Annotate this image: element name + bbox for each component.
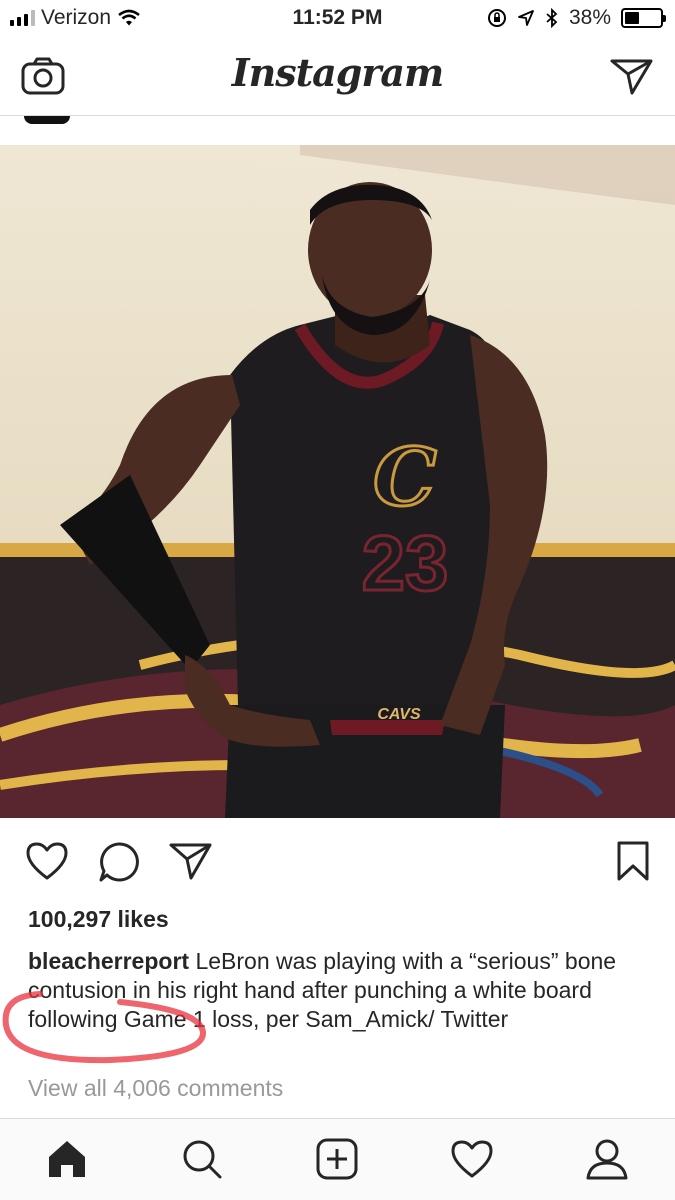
comment-icon[interactable]: [97, 840, 141, 884]
post-actions: [0, 838, 675, 888]
bookmark-icon[interactable]: [616, 840, 650, 882]
red-highlight-annotation: [2, 991, 206, 1064]
status-bar: Verizon 11:52 PM 38%: [0, 0, 675, 38]
orientation-lock-icon: [487, 9, 506, 27]
likes-count[interactable]: 100,297 likes: [28, 906, 169, 933]
app-header: Instagram: [0, 38, 675, 116]
post-photo[interactable]: C 23 CAVS: [0, 145, 675, 818]
location-icon: [518, 10, 534, 26]
home-icon[interactable]: [45, 1137, 89, 1181]
svg-text:23: 23: [362, 519, 449, 607]
share-icon[interactable]: [168, 840, 214, 882]
direct-message-icon[interactable]: [610, 56, 654, 96]
battery-percent: 38%: [568, 6, 611, 29]
bottom-tab-bar: [0, 1118, 675, 1200]
new-post-icon[interactable]: [315, 1137, 359, 1181]
profile-icon[interactable]: [585, 1137, 629, 1181]
view-all-comments-link[interactable]: View all 4,006 comments: [28, 1075, 283, 1102]
status-right-group: 38%: [487, 6, 666, 30]
activity-heart-icon[interactable]: [450, 1137, 494, 1181]
previous-post-avatar: [24, 116, 70, 124]
instagram-logo: Instagram: [231, 50, 444, 95]
svg-text:C: C: [373, 430, 437, 524]
photo-illustration: C 23 CAVS: [0, 145, 675, 818]
battery-icon: [621, 8, 666, 28]
search-icon[interactable]: [180, 1137, 224, 1181]
bluetooth-icon: [546, 8, 558, 28]
svg-text:CAVS: CAVS: [377, 706, 421, 723]
heart-icon[interactable]: [24, 840, 70, 882]
caption-username[interactable]: bleacherreport: [28, 948, 189, 974]
